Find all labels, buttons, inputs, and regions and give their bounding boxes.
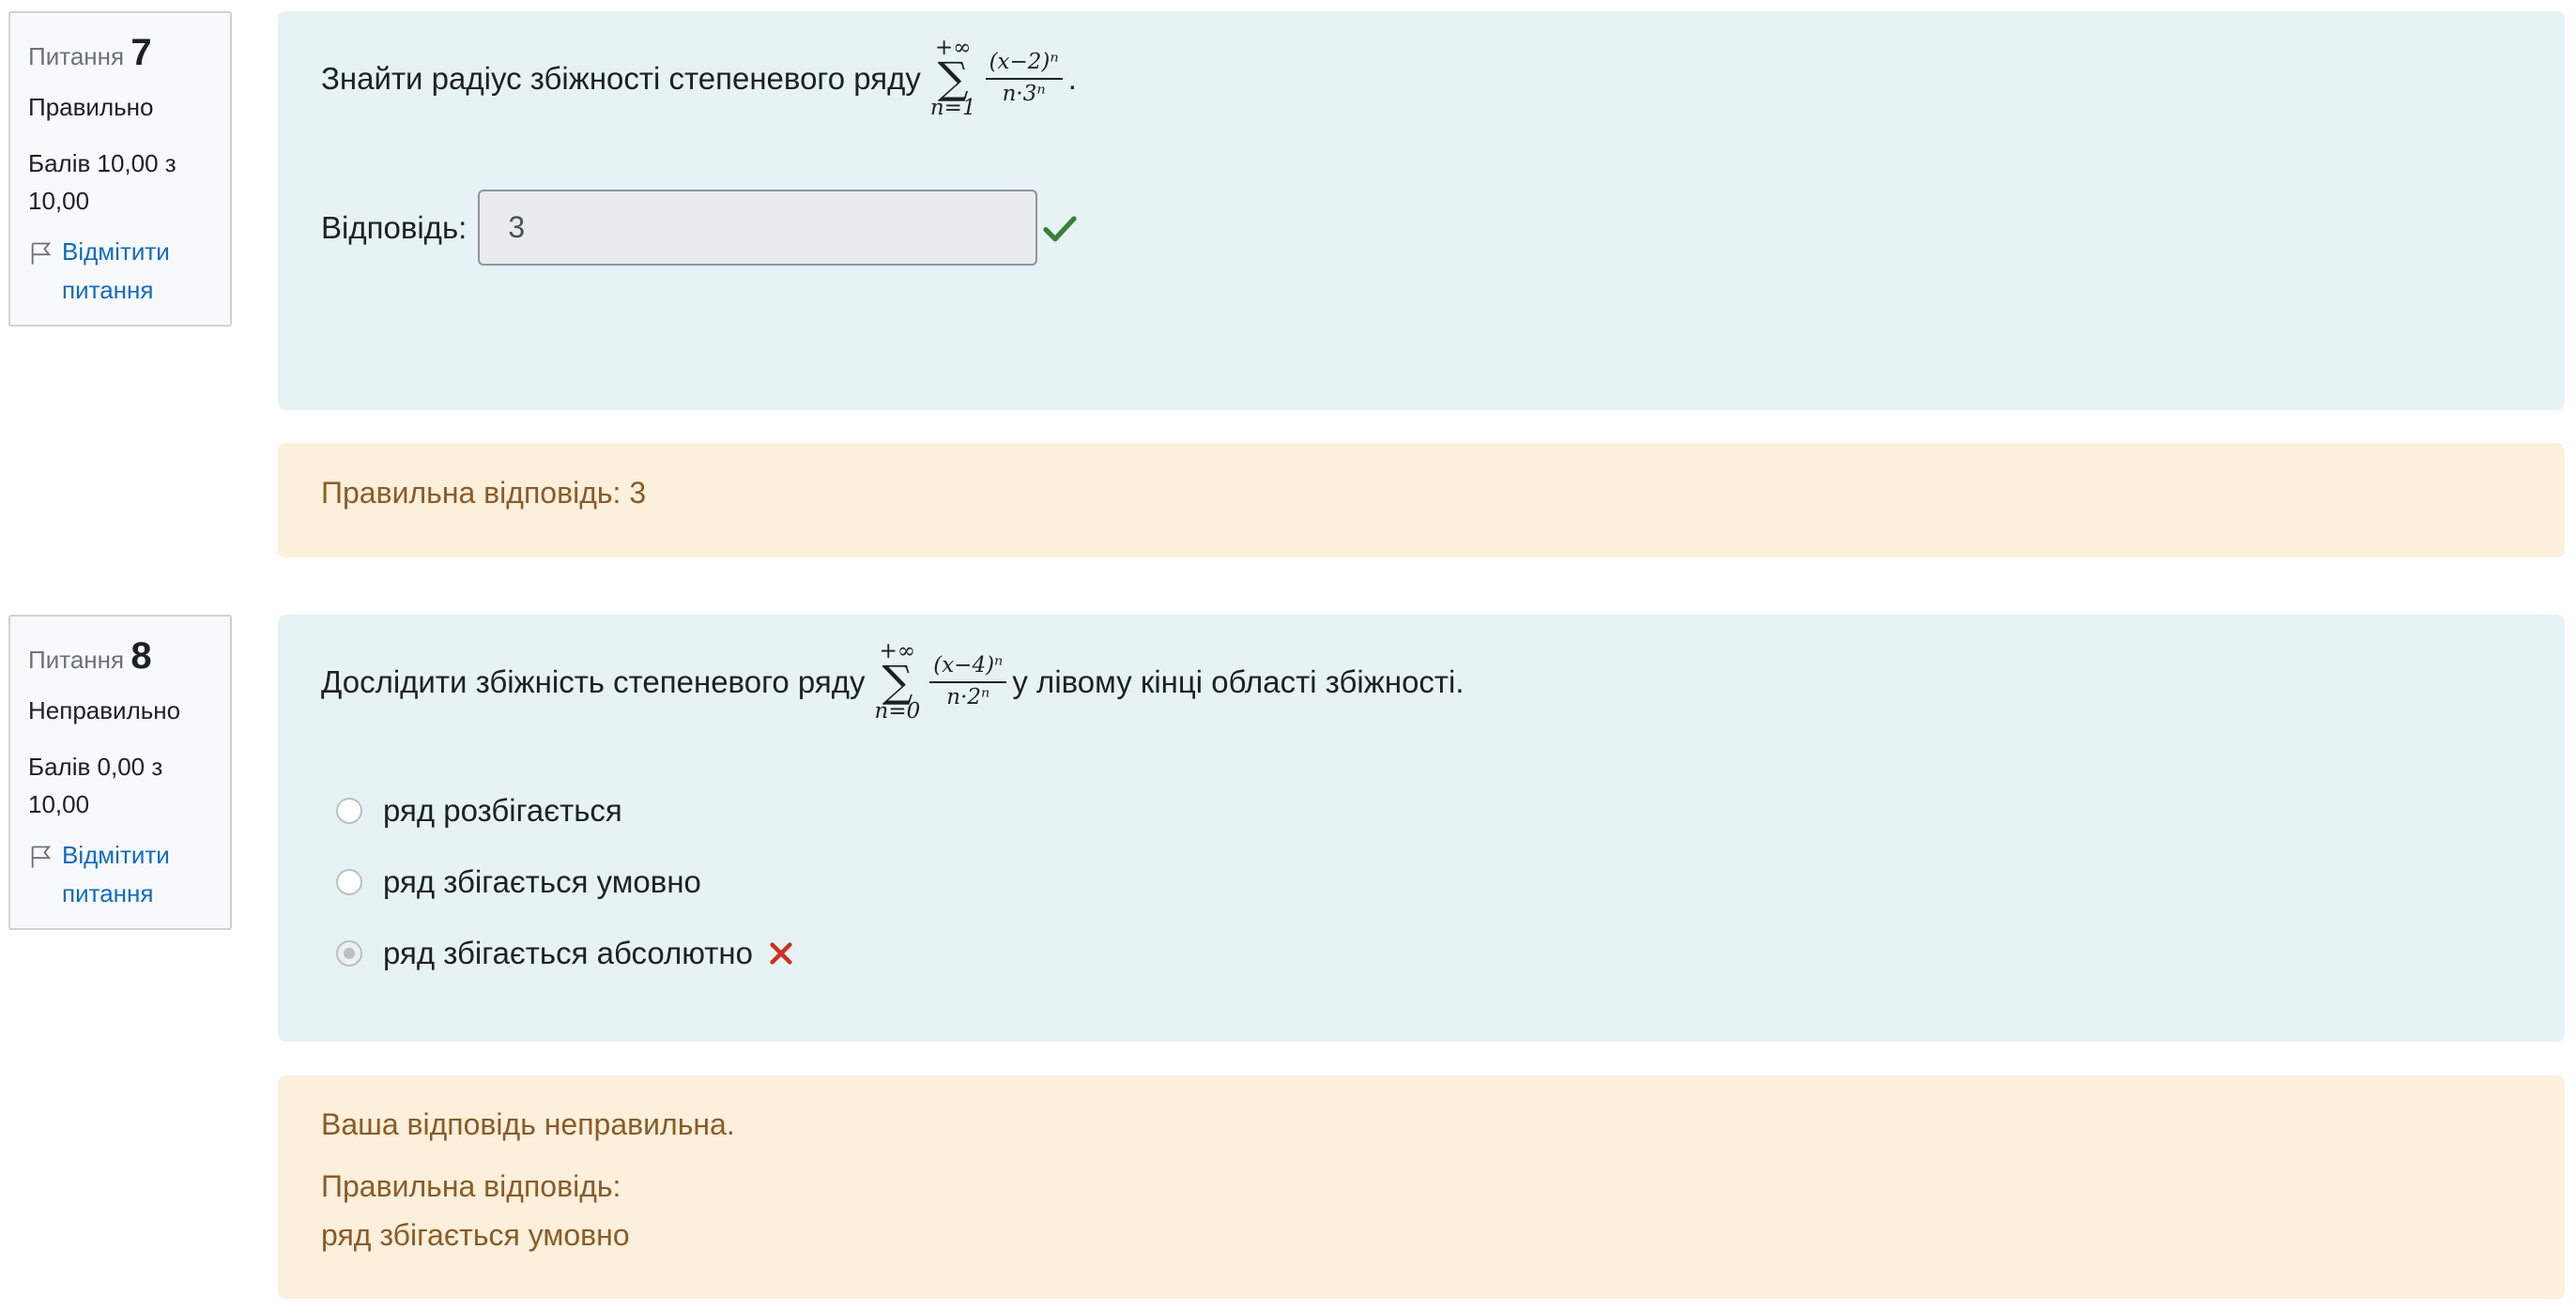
sum-lower-limit: n=1: [929, 96, 976, 121]
question-formulation-8: Дослідити збіжність степеневого ряду +∞ …: [278, 615, 2565, 1042]
check-icon: [1043, 215, 1077, 241]
option-radio-checked[interactable]: [336, 940, 362, 967]
option-label: ряд збігається абсолютно: [383, 936, 753, 970]
answer-input[interactable]: [478, 190, 1038, 266]
flag-icon: [31, 846, 52, 869]
question-text: Дослідити збіжність степеневого ряду +∞ …: [321, 641, 1464, 723]
question-text: Знайти радіус збіжності степеневого ряду…: [321, 38, 1077, 119]
sum-lower-limit: n=0: [874, 699, 921, 724]
option-label: ряд розбігається: [383, 793, 622, 828]
question-text-after: у лівому кінці області збіжності.: [1012, 663, 1464, 699]
question-formulation-7: Знайти радіус збіжності степеневого ряду…: [278, 11, 2565, 410]
option-radio[interactable]: [336, 869, 362, 895]
question-state: Правильно: [28, 93, 154, 121]
cross-icon: [770, 942, 792, 965]
question-outcome-7: Правильна відповідь: 3: [278, 443, 2565, 557]
fraction-numerator: (x−4)ⁿ: [929, 654, 1007, 683]
flag-question-label: Відмітити питання: [62, 237, 170, 304]
sum-sign: ∑: [882, 656, 913, 707]
question-prefix: Питання: [28, 42, 125, 70]
flag-question-link[interactable]: Відмітити питання: [28, 233, 212, 309]
question-prefix: Питання: [28, 646, 125, 674]
question-number: 8: [130, 635, 152, 677]
flag-question-label: Відмітити питання: [62, 841, 170, 907]
question-state: Неправильно: [28, 696, 181, 724]
question-info-7: Питання 7 Правильно Балів 10,00 з 10,00 …: [8, 11, 232, 327]
series-formula: +∞ ∑ n=0 (x−4)ⁿ n·2ⁿ: [875, 641, 1007, 723]
fraction-denominator: n·2ⁿ: [946, 684, 990, 709]
right-answer-text: Правильна відповідь: 3: [321, 476, 647, 510]
question-text-before: Дослідити збіжність степеневого ряду: [321, 663, 866, 699]
option-radio[interactable]: [336, 798, 362, 824]
answer-option[interactable]: ряд збігається умовно: [336, 864, 701, 900]
question-text-after: .: [1067, 60, 1077, 96]
right-answer-title: Правильна відповідь:: [321, 1169, 621, 1203]
question-number: 7: [130, 32, 152, 73]
answer-label: Відповідь:: [321, 209, 468, 245]
answer-option[interactable]: ряд розбігається: [336, 793, 622, 829]
right-answer-value: ряд збігається умовно: [321, 1218, 630, 1252]
flag-question-link[interactable]: Відмітити питання: [28, 836, 212, 912]
answer-option-selected[interactable]: ряд збігається абсолютно: [336, 936, 796, 971]
general-feedback: Ваша відповідь неправильна.: [321, 1107, 735, 1141]
question-info-8: Питання 8 Неправильно Балів 0,00 з 10,00…: [8, 615, 232, 930]
flag-icon: [31, 242, 52, 266]
sum-sign: ∑: [937, 53, 969, 103]
question-grade: Балів 0,00 з 10,00: [28, 752, 163, 819]
question-outcome-8: Ваша відповідь неправильна. Правильна ві…: [278, 1075, 2565, 1299]
question-text-before: Знайти радіус збіжності степеневого ряду: [321, 60, 921, 96]
fraction-denominator: n·3ⁿ: [1002, 81, 1046, 106]
series-formula: +∞ ∑ n=1 (x−2)ⁿ n·3ⁿ: [930, 38, 1063, 119]
fraction-numerator: (x−2)ⁿ: [985, 51, 1063, 80]
answer-row: Відповідь:: [321, 190, 1079, 266]
question-grade: Балів 10,00 з 10,00: [28, 148, 176, 216]
option-label: ряд збігається умовно: [383, 864, 701, 899]
